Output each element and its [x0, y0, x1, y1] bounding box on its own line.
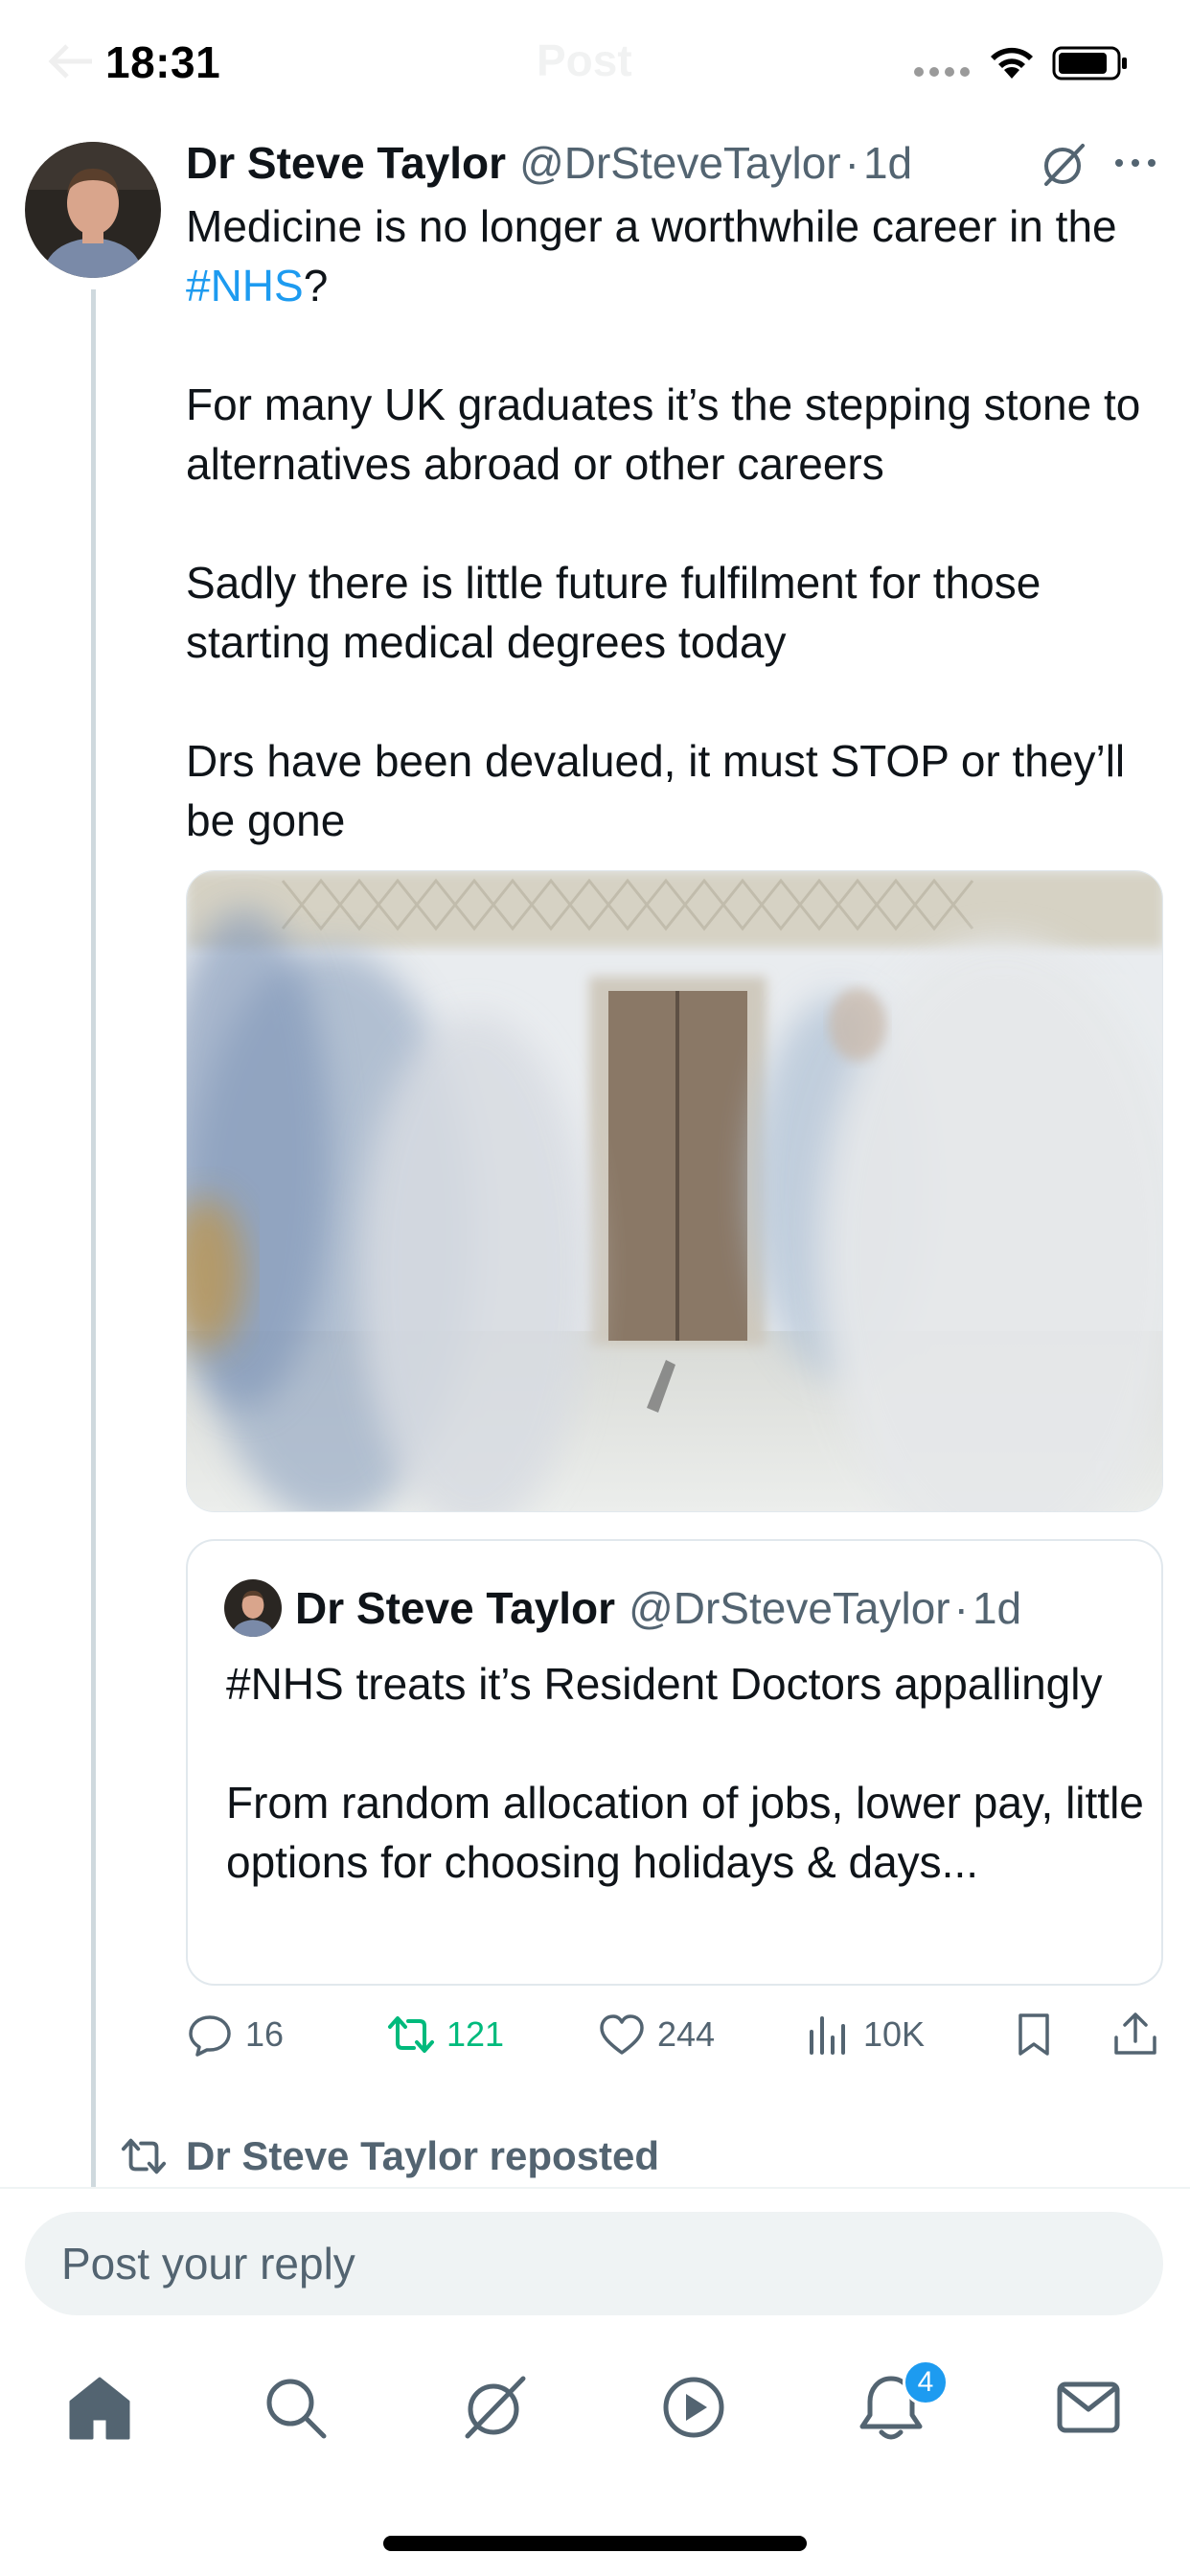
tweet-text: Medicine is no longer a worthwhile caree…: [186, 196, 1173, 850]
quote-author-avatar: [224, 1579, 282, 1637]
tweet-paragraph-2: For many UK graduates it’s the stepping …: [186, 380, 1141, 489]
bookmark-icon: [1018, 2013, 1049, 2056]
tweet-timestamp[interactable]: 1d: [863, 137, 912, 189]
reply-divider: [0, 2187, 1190, 2189]
search-icon: [266, 2379, 327, 2439]
tweet-text-line1: Medicine is no longer a worthwhile caree…: [186, 201, 1117, 251]
home-indicator: [383, 2536, 807, 2551]
author-avatar[interactable]: [25, 142, 161, 278]
cellular-signal-icon: [914, 67, 972, 79]
like-button[interactable]: 244: [598, 2003, 715, 2066]
tweet-actions: 16 121 244 10K: [186, 2003, 1173, 2066]
views-button[interactable]: 10K: [804, 2003, 925, 2066]
reposted-label: Dr Steve Taylor reposted: [186, 2133, 660, 2178]
reply-placeholder: Post your reply: [61, 2239, 355, 2288]
bookmark-button[interactable]: [1010, 2003, 1058, 2066]
video-play-icon: [663, 2377, 724, 2438]
quote-text: #NHS treats it’s Resident Doctors appall…: [226, 1654, 1146, 1892]
quote-dot-separator: ·: [953, 1583, 969, 1633]
reply-count: 16: [245, 2014, 285, 2054]
hashtag-link[interactable]: #NHS: [186, 261, 304, 310]
wifi-icon: [991, 47, 1033, 79]
author-name[interactable]: Dr Steve Taylor: [186, 137, 506, 189]
messages-envelope-icon: [1057, 2381, 1120, 2433]
quote-header: Dr Steve Taylor @DrSteveTaylor · 1d: [295, 1581, 1021, 1635]
retweet-button[interactable]: 121: [387, 2003, 504, 2066]
quote-avatar-photo: [224, 1579, 282, 1637]
notification-badge: 4: [903, 2359, 949, 2405]
heart-icon: [600, 2014, 644, 2055]
nav-video[interactable]: [657, 2371, 730, 2444]
tweet-header: Dr Steve Taylor @DrSteveTaylor · 1d: [186, 136, 912, 190]
nav-grok[interactable]: [458, 2371, 531, 2444]
bottom-nav: 4: [0, 2338, 1190, 2472]
hospital-corridor-photo: [187, 871, 1162, 1511]
views-chart-icon: [810, 2016, 845, 2055]
share-icon: [1114, 2012, 1156, 2055]
reply-button[interactable]: 16: [186, 2003, 284, 2066]
battery-icon: [1052, 46, 1127, 80]
grok-icon: [465, 2376, 526, 2439]
dot-separator: ·: [844, 138, 859, 188]
repost-small-icon: [121, 2138, 167, 2174]
quote-timestamp: 1d: [972, 1583, 1022, 1633]
nav-search[interactable]: [259, 2371, 332, 2444]
retweet-icon: [388, 2016, 434, 2053]
grok-icon[interactable]: [1039, 140, 1088, 190]
nav-messages[interactable]: [1052, 2371, 1125, 2444]
share-button[interactable]: [1111, 2003, 1159, 2066]
retweet-count: 121: [446, 2014, 505, 2054]
reposted-indicator[interactable]: Dr Steve Taylor reposted: [121, 2128, 659, 2185]
more-options-icon[interactable]: [1111, 144, 1159, 182]
reply-icon: [189, 2015, 231, 2057]
quote-paragraph-2: From random allocation of jobs, lower pa…: [226, 1778, 1144, 1887]
like-count: 244: [657, 2014, 716, 2054]
home-icon: [69, 2377, 130, 2440]
page-title: Post: [537, 35, 632, 85]
author-handle[interactable]: @DrSteveTaylor: [519, 137, 841, 189]
status-time: 18:31: [105, 37, 221, 87]
tweet-text-punct: ?: [303, 261, 329, 310]
thread-line: [91, 289, 96, 2187]
status-bar: 18:31 Post: [0, 0, 1190, 134]
nav-home[interactable]: [63, 2371, 136, 2444]
quote-author-name: Dr Steve Taylor: [295, 1583, 616, 1633]
view-count: 10K: [863, 2014, 926, 2054]
author-avatar-photo: [25, 142, 161, 278]
tweet-paragraph-4: Drs have been devalued, it must STOP or …: [186, 736, 1126, 845]
reply-input[interactable]: Post your reply: [25, 2212, 1163, 2315]
tweet-media-image[interactable]: [186, 870, 1163, 1512]
quote-paragraph-1: #NHS treats it’s Resident Doctors appall…: [226, 1659, 1103, 1709]
quote-tweet-card[interactable]: Dr Steve Taylor @DrSteveTaylor · 1d #NHS…: [186, 1539, 1163, 1986]
back-arrow-icon[interactable]: [46, 42, 94, 80]
tweet-paragraph-3: Sadly there is little future fulfilment …: [186, 558, 1041, 667]
quote-author-handle: @DrSteveTaylor: [629, 1583, 950, 1633]
